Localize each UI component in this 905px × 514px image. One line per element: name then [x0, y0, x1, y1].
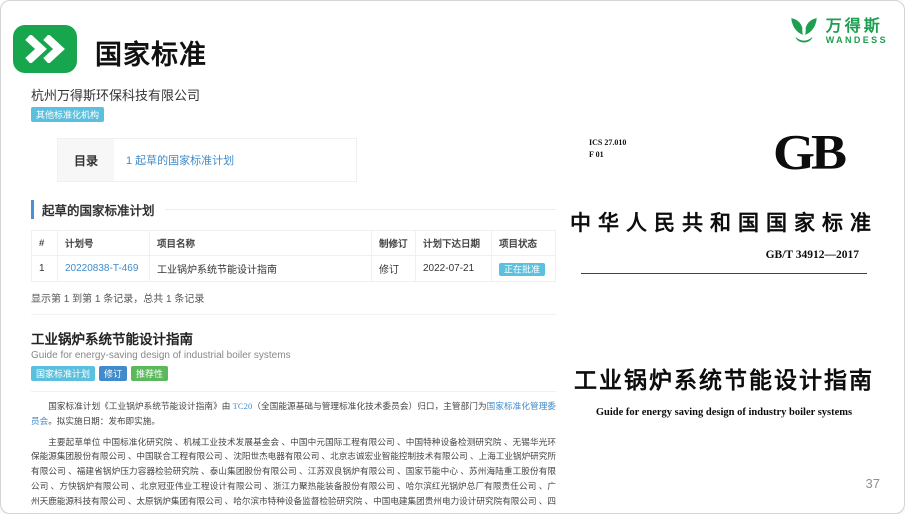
col-header-project-name: 项目名称	[150, 231, 372, 256]
badge-recommended: 推荐性	[131, 366, 168, 381]
divider	[165, 209, 556, 210]
toc-link[interactable]: 1 起草的国家标准计划	[126, 152, 234, 168]
revision-cell: 修订	[372, 256, 416, 282]
logo-name-cn: 万得斯	[826, 19, 888, 36]
badge-national-standard-plan: 国家标准计划	[31, 366, 95, 381]
page-title: 国家标准	[95, 33, 207, 72]
toc-box: 目录 1 起草的国家标准计划	[57, 138, 357, 182]
standard-subtitle-en: Guide for energy-saving design of indust…	[31, 350, 556, 361]
col-header-status: 项目状态	[492, 231, 556, 256]
col-header-plan-no: 计划号	[58, 231, 150, 256]
divider	[31, 391, 556, 392]
badge-revision: 修订	[99, 366, 127, 381]
doc-title-cn: 工业锅炉系统节能设计指南	[559, 361, 889, 395]
plan-number-link[interactable]: 20220838-T-469	[65, 263, 138, 274]
toc-label: 目录	[58, 139, 114, 181]
logo-name-en: WANDESS	[826, 36, 888, 45]
paragraph-plan-info: 国家标准计划《工业锅炉系统节能设计指南》由 TC20（全国能源基础与管理标准化技…	[31, 399, 556, 429]
plan-info-text: （全国能源基础与管理标准化技术委员会）归口，主管部门为	[252, 401, 486, 411]
row-index: 1	[32, 256, 58, 282]
table-header-row: # 计划号 项目名称 制修订 计划下达日期 项目状态	[32, 231, 556, 256]
slide: 国家标准 万得斯 WANDESS 杭州万得斯环保科技有限公司 其他标准化机构 目…	[0, 0, 905, 514]
gb-standard-cover: ICS 27.010 F 01 GB 中华人民共和国国家标准 GB/T 3491…	[559, 109, 889, 507]
page-number: 37	[866, 476, 880, 491]
wandess-leaf-icon	[787, 13, 821, 52]
gb-logo: GB	[773, 123, 843, 180]
project-name-cell: 工业锅炉系统节能设计指南	[150, 256, 372, 282]
issue-date-cell: 2022-07-21	[416, 256, 492, 282]
standard-title: 工业锅炉系统节能设计指南	[31, 328, 556, 348]
ics-line: ICS 27.010	[589, 137, 626, 149]
col-header-revision: 制修订	[372, 231, 416, 256]
plan-table: # 计划号 项目名称 制修订 计划下达日期 项目状态 1 20220838-T-…	[31, 230, 556, 282]
company-name: 杭州万得斯环保科技有限公司	[31, 85, 556, 104]
plan-info-text: 。拟实施日期：发布即实施。	[48, 416, 160, 426]
col-header-index: #	[32, 231, 58, 256]
f-line: F 01	[589, 149, 626, 161]
plan-info-text: 国家标准计划《工业锅炉系统节能设计指南》由	[48, 401, 232, 411]
section-title: 起草的国家标准计划	[31, 200, 155, 219]
doc-title-en: Guide for energy saving design of indust…	[559, 407, 889, 418]
tc20-link[interactable]: TC20	[233, 401, 253, 411]
company-type-badge: 其他标准化机构	[31, 107, 104, 122]
paragraph-drafting-units: 主要起草单位 中国标准化研究院 、机械工业技术发展基金会 、中国中元国际工程有限…	[31, 435, 556, 507]
national-standard-heading: 中华人民共和国国家标准	[559, 207, 889, 237]
table-row: 1 20220838-T-469 工业锅炉系统节能设计指南 修订 2022-07…	[32, 256, 556, 282]
drafting-units-text: 主要起草单位 中国标准化研究院 、机械工业技术发展基金会 、中国中元国际工程有限…	[31, 437, 556, 507]
wandess-logo: 万得斯 WANDESS	[787, 13, 888, 52]
double-chevron-icon	[13, 25, 77, 73]
records-summary: 显示第 1 到第 1 条记录，总共 1 条记录	[31, 290, 556, 315]
status-badge: 正在批准	[499, 263, 545, 276]
divider	[581, 273, 867, 274]
col-header-issue-date: 计划下达日期	[416, 231, 492, 256]
webpage-screenshot: 杭州万得斯环保科技有限公司 其他标准化机构 目录 1 起草的国家标准计划 起草的…	[31, 85, 556, 507]
ics-code: ICS 27.010 F 01	[589, 137, 626, 160]
standard-number: GB/T 34912—2017	[766, 249, 859, 261]
